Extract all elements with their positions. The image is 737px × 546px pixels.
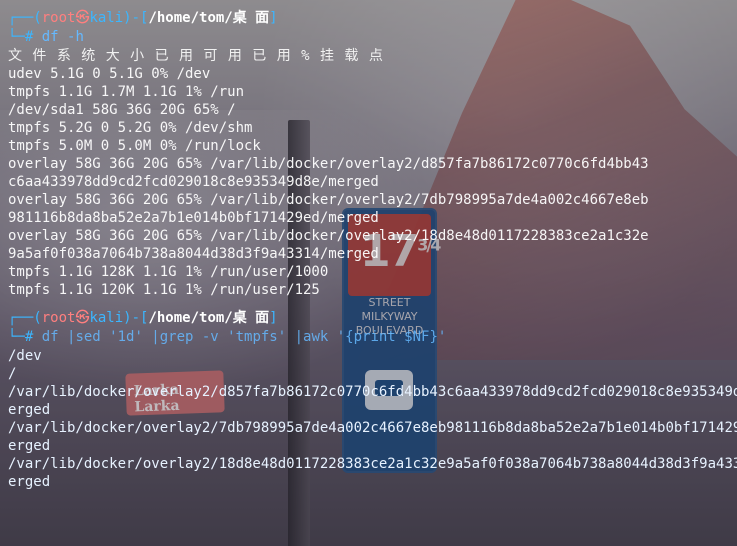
- output-line: erged: [8, 438, 51, 454]
- df-row: overlay 58G 36G 20G 65% /var/lib/docker/…: [8, 192, 649, 208]
- output-line: /var/lib/docker/overlay2/7db798995a7de4a…: [8, 420, 737, 436]
- prompt-symbol: ㉿: [75, 310, 90, 326]
- prompt-open-bracket: )-[: [123, 310, 149, 326]
- df-row: 9a5af0f038a7064b738a8044d38d3f9a43314/me…: [8, 246, 379, 262]
- prompt-top-segment: ┌──(: [8, 10, 42, 26]
- df-row: 981116b8da8ba52e2a7b1e014b0bf171429ed/me…: [8, 210, 379, 226]
- output-spacer: [8, 299, 737, 309]
- prompt-close-bracket: ]: [269, 10, 278, 26]
- command-output: /dev / /var/lib/docker/overlay2/d857fa7b…: [8, 347, 737, 491]
- command-text: df |sed '1d' |grep -v 'tmpfs' |awk '{pri…: [41, 329, 447, 345]
- output-line: erged: [8, 474, 51, 490]
- output-line: /: [8, 366, 17, 382]
- df-row: tmpfs 1.1G 1.7M 1.1G 1% /run: [8, 84, 245, 100]
- prompt-host: kali: [89, 10, 124, 26]
- df-row: tmpfs 5.2G 0 5.2G 0% /dev/shm: [8, 120, 253, 136]
- df-row: /dev/sda1 58G 36G 20G 65% /: [8, 102, 236, 118]
- prompt-path: /home/tom/桌 面: [148, 10, 270, 26]
- df-row: overlay 58G 36G 20G 65% /var/lib/docker/…: [8, 228, 649, 244]
- prompt-top-segment: ┌──(: [8, 310, 42, 326]
- prompt-user: root: [41, 310, 76, 326]
- prompt-hash: #: [24, 329, 34, 345]
- prompt-bottom-segment: └─: [8, 29, 25, 45]
- prompt-host: kali: [89, 310, 124, 326]
- prompt-bottom-segment: └─: [8, 329, 25, 345]
- prompt-symbol: ㉿: [75, 10, 90, 26]
- output-line: /var/lib/docker/overlay2/d857fa7b86172c0…: [8, 384, 737, 400]
- output-line: /dev: [8, 348, 42, 364]
- prompt-line-top-1: ┌──(root㉿kali)-[/home/tom/桌 面]: [8, 9, 737, 28]
- prompt-open-bracket: )-[: [123, 10, 149, 26]
- df-output: udev 5.1G 0 5.1G 0% /dev tmpfs 1.1G 1.7M…: [8, 65, 737, 299]
- df-row: overlay 58G 36G 20G 65% /var/lib/docker/…: [8, 156, 649, 172]
- command-text: df -h: [41, 29, 84, 45]
- terminal-window[interactable]: ┌──(root㉿kali)-[/home/tom/桌 面] └─# df -h…: [0, 0, 737, 546]
- output-line: erged: [8, 402, 51, 418]
- df-row: tmpfs 5.0M 0 5.0M 0% /run/lock: [8, 138, 261, 154]
- df-row: tmpfs 1.1G 120K 1.1G 1% /run/user/125: [8, 282, 320, 298]
- prompt-hash: #: [24, 29, 34, 45]
- df-row: c6aa433978dd9cd2fcd029018c8e935349d8e/me…: [8, 174, 379, 190]
- df-header: 文 件 系 统 大 小 已 用 可 用 已 用 % 挂 载 点: [8, 48, 384, 64]
- df-row: udev 5.1G 0 5.1G 0% /dev: [8, 66, 211, 82]
- prompt-line-bottom-2: └─# df |sed '1d' |grep -v 'tmpfs' |awk '…: [8, 328, 737, 347]
- prompt-user: root: [41, 10, 76, 26]
- df-row: tmpfs 1.1G 128K 1.1G 1% /run/user/1000: [8, 264, 329, 280]
- prompt-line-bottom-1: └─# df -h: [8, 28, 737, 47]
- prompt-path: /home/tom/桌 面: [148, 310, 270, 326]
- prompt-close-bracket: ]: [269, 310, 278, 326]
- output-line: /var/lib/docker/overlay2/18d8e48d0117228…: [8, 456, 737, 472]
- prompt-line-top-2: ┌──(root㉿kali)-[/home/tom/桌 面]: [8, 309, 737, 328]
